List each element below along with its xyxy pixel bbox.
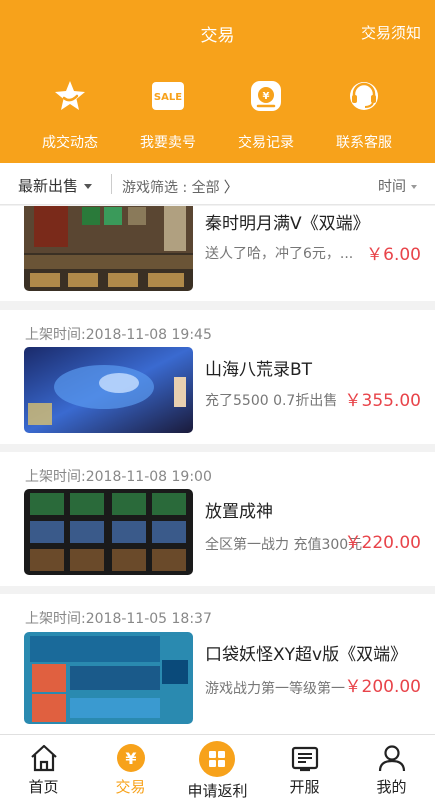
listing-price: ￥6.00 [366, 245, 421, 265]
sale-tag-icon: SALE [152, 82, 184, 110]
tab-label: 申请返利 [187, 782, 248, 800]
quick-action-sell-account[interactable]: SALE 我要卖号 [118, 76, 218, 152]
tab-mine[interactable]: 我的 [348, 735, 435, 800]
svg-text:¥: ¥ [263, 91, 270, 102]
trade-notice-link[interactable]: 交易须知 [361, 22, 421, 43]
server-news-icon [291, 746, 319, 772]
listing-list[interactable]: 秦时明月满V《双端》 送人了哈，冲了6元，... ￥6.00 上架时间:2018… [0, 206, 435, 734]
sort-dropdown[interactable]: 最新出售 [18, 175, 93, 196]
chevron-right-icon: 〉 [223, 178, 239, 196]
caret-down-icon [411, 185, 417, 189]
quick-action-customer-service[interactable]: 联系客服 [314, 76, 414, 152]
listing-time: 上架时间:2018-11-08 19:45 [25, 327, 212, 343]
listing-time: 上架时间:2018-11-05 18:37 [25, 611, 212, 627]
filter-bar: 最新出售 游戏筛选 : 全部〉 时间 [0, 163, 435, 205]
quick-action-label: 成交动态 [42, 135, 98, 151]
customer-service-icon [350, 82, 378, 110]
game-name: 口袋妖怪XY超v版《双端》 [205, 645, 408, 665]
listing-card[interactable]: 上架时间:2018-11-08 19:00 放置成神 全区第一战力 充值300元… [0, 452, 435, 586]
header: 交易 交易须知 成交动态 SALE 我要卖号 ¥ 交易记录 联系客服 [0, 0, 435, 163]
bottom-tab-bar: 首页 ¥ 交易 申请返利 开服 我的 [0, 734, 435, 800]
sort-label: 最新出售 [18, 177, 79, 195]
quick-action-label: 联系客服 [336, 135, 392, 151]
listing-card[interactable]: 秦时明月满V《双端》 送人了哈，冲了6元，... ￥6.00 [0, 206, 435, 301]
quick-action-label: 交易记录 [238, 135, 294, 151]
star-icon [55, 81, 85, 110]
user-icon [378, 745, 406, 772]
tab-server-open[interactable]: 开服 [261, 735, 348, 800]
quick-action-deal-news[interactable]: 成交动态 [20, 76, 120, 152]
game-name: 放置成神 [205, 502, 273, 522]
quick-action-trade-records[interactable]: ¥ 交易记录 [216, 76, 316, 152]
home-icon [31, 744, 57, 772]
tab-apply-rebate[interactable]: 申请返利 [174, 735, 261, 800]
listing-card[interactable]: 上架时间:2018-11-05 18:37 口袋妖怪XY超v版《双端》 游戏战力… [0, 594, 435, 734]
yuan-coin-icon: ¥ [117, 744, 145, 772]
quick-action-label: 我要卖号 [140, 135, 196, 151]
rebate-grid-icon [199, 741, 235, 777]
tab-trade[interactable]: ¥ 交易 [87, 735, 174, 800]
tab-label: 交易 [115, 778, 146, 796]
listing-price: ￥200.00 [344, 677, 421, 697]
game-filter[interactable]: 游戏筛选 : 全部〉 [122, 176, 239, 197]
game-name: 秦时明月满V《双端》 [205, 214, 370, 234]
game-thumbnail [24, 347, 193, 433]
listing-card[interactable]: 上架时间:2018-11-08 19:45 山海八荒录BT 充了5500 0.7… [0, 310, 435, 444]
tab-label: 开服 [289, 778, 320, 796]
listing-price: ￥355.00 [344, 391, 421, 411]
time-sort[interactable]: 时间 [378, 176, 417, 196]
tab-home[interactable]: 首页 [0, 735, 87, 800]
svg-text:¥: ¥ [125, 749, 136, 768]
game-name: 山海八荒录BT [205, 360, 313, 380]
game-thumbnail [24, 206, 193, 291]
game-thumbnail [24, 489, 193, 575]
time-sort-label: 时间 [378, 179, 406, 195]
svg-text:SALE: SALE [154, 92, 182, 103]
caret-down-icon [84, 184, 93, 189]
tab-label: 我的 [376, 778, 407, 796]
game-filter-label: 游戏筛选 : 全部 [122, 180, 220, 196]
yuan-record-icon: ¥ [251, 81, 281, 111]
listing-price: ￥220.00 [344, 533, 421, 553]
divider [111, 174, 112, 194]
listing-description: 送人了哈，冲了6元，... [205, 246, 354, 262]
game-thumbnail [24, 632, 193, 724]
listing-time: 上架时间:2018-11-08 19:00 [25, 469, 212, 485]
tab-label: 首页 [28, 778, 59, 796]
